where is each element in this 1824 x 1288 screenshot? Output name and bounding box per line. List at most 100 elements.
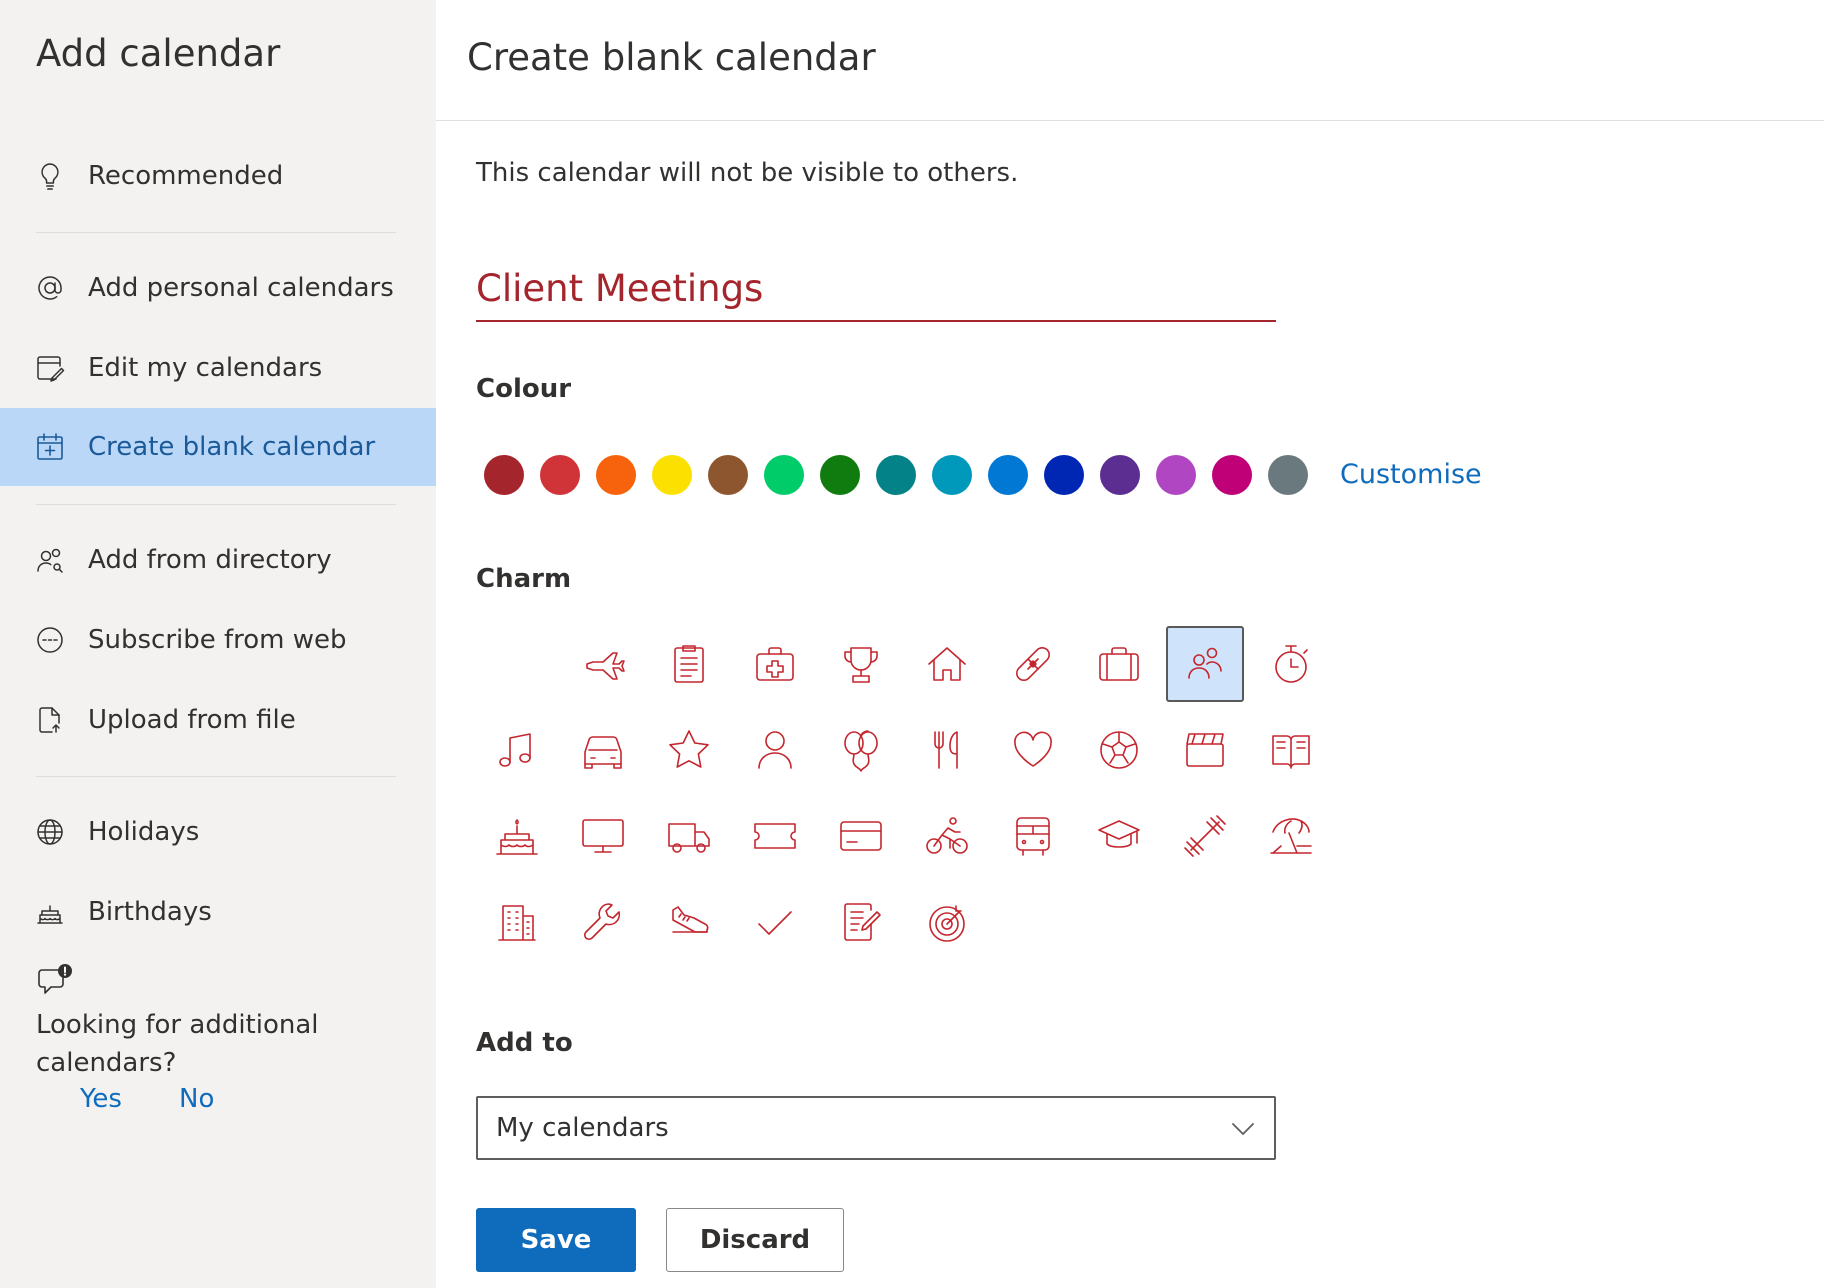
charm-option[interactable] — [1252, 626, 1330, 702]
sidebar-item-subscribe-from-web[interactable]: Subscribe from web — [0, 601, 436, 679]
sidebar-item-label: Edit my calendars — [88, 353, 323, 383]
colour-swatch[interactable] — [1212, 455, 1252, 495]
colour-swatch[interactable] — [820, 455, 860, 495]
save-button[interactable]: Save — [476, 1208, 636, 1272]
charm-option[interactable] — [908, 712, 986, 788]
charm-option[interactable] — [1166, 626, 1244, 702]
dumbbell-icon — [1184, 815, 1226, 857]
colour-swatch[interactable] — [596, 455, 636, 495]
charm-option[interactable] — [994, 712, 1072, 788]
colour-swatch[interactable] — [1156, 455, 1196, 495]
charm-option[interactable] — [564, 712, 642, 788]
sidebar-item-add-personal-calendars[interactable]: Add personal calendars — [0, 249, 436, 327]
cyclist-icon — [926, 817, 968, 854]
ticket-icon — [754, 823, 796, 849]
beach-umbrella-icon — [1270, 818, 1312, 854]
charm-option[interactable] — [822, 712, 900, 788]
charm-option[interactable] — [822, 884, 900, 960]
sidebar-item-holidays[interactable]: Holidays — [0, 793, 436, 871]
sidebar-item-birthdays[interactable]: Birthdays — [0, 873, 436, 951]
discard-button[interactable]: Discard — [666, 1208, 844, 1272]
sidebar-divider — [36, 776, 396, 777]
sidebar-item-label: Subscribe from web — [88, 625, 347, 655]
feedback-yes-link[interactable]: Yes — [80, 1084, 122, 1114]
charm-option[interactable] — [822, 626, 900, 702]
charm-option[interactable] — [994, 798, 1072, 874]
birthday-cake-icon — [37, 905, 63, 924]
charm-option[interactable] — [1080, 626, 1158, 702]
charm-option[interactable] — [736, 798, 814, 874]
add-to-dropdown[interactable]: My calendars — [476, 1096, 1276, 1160]
calendar-add-icon — [37, 433, 63, 460]
truck-icon — [668, 823, 710, 853]
charm-option[interactable] — [908, 798, 986, 874]
colour-swatch[interactable] — [652, 455, 692, 495]
checkmark-icon — [758, 911, 792, 935]
colour-swatch[interactable] — [484, 455, 524, 495]
colour-swatch[interactable] — [876, 455, 916, 495]
charm-option[interactable] — [478, 798, 556, 874]
feedback-icon — [38, 964, 72, 994]
charm-option[interactable] — [908, 626, 986, 702]
sidebar-item-label: Add personal calendars — [88, 273, 394, 303]
charm-option[interactable] — [736, 884, 814, 960]
colour-swatch[interactable] — [708, 455, 748, 495]
clipboard-icon — [674, 645, 704, 683]
charm-option[interactable] — [1252, 798, 1330, 874]
charm-option[interactable] — [478, 712, 556, 788]
edit-calendar-icon — [37, 356, 65, 382]
charm-option[interactable] — [736, 626, 814, 702]
charm-option[interactable] — [736, 712, 814, 788]
charm-option[interactable] — [564, 798, 642, 874]
charm-option[interactable] — [650, 712, 728, 788]
charm-option[interactable] — [1080, 712, 1158, 788]
stopwatch-icon — [1275, 645, 1308, 683]
home-icon — [928, 647, 966, 681]
monitor-icon — [582, 819, 624, 853]
charm-option[interactable] — [994, 626, 1072, 702]
sidebar-item-recommended[interactable]: Recommended — [0, 137, 436, 215]
charm-option[interactable] — [1252, 712, 1330, 788]
sidebar-item-label: Add from directory — [88, 545, 332, 575]
colour-swatch[interactable] — [1044, 455, 1084, 495]
charm-option[interactable] — [1166, 798, 1244, 874]
charm-option[interactable] — [650, 798, 728, 874]
person-icon — [758, 731, 792, 769]
charm-option[interactable] — [908, 884, 986, 960]
charm-option[interactable] — [1080, 798, 1158, 874]
sidebar-item-edit-my-calendars[interactable]: Edit my calendars — [0, 329, 436, 407]
calendar-name-input[interactable] — [476, 256, 1276, 322]
charm-option[interactable] — [822, 798, 900, 874]
colour-swatch[interactable] — [988, 455, 1028, 495]
sidebar: Add calendar Recommended Add personal ca… — [0, 0, 436, 1288]
colour-swatch[interactable] — [932, 455, 972, 495]
sidebar-item-create-blank-calendar[interactable]: Create blank calendar — [0, 408, 436, 486]
charm-option[interactable] — [1166, 712, 1244, 788]
colour-swatch[interactable] — [764, 455, 804, 495]
sidebar-item-label: Holidays — [88, 817, 200, 847]
book-icon — [1272, 735, 1310, 769]
charm-none-option[interactable] — [478, 626, 556, 702]
charm-option[interactable] — [650, 884, 728, 960]
sidebar-title: Add calendar — [36, 32, 281, 75]
customise-link[interactable]: Customise — [1340, 459, 1482, 490]
charm-option[interactable] — [650, 626, 728, 702]
target-icon — [929, 905, 965, 942]
sidebar-item-label: Recommended — [88, 161, 284, 191]
note-edit-icon — [844, 903, 881, 941]
at-sign-icon — [38, 276, 62, 300]
charm-option[interactable] — [564, 626, 642, 702]
feedback-no-link[interactable]: No — [179, 1084, 214, 1114]
sidebar-item-add-from-directory[interactable]: Add from directory — [0, 521, 436, 599]
charm-option[interactable] — [564, 884, 642, 960]
heart-icon — [1014, 731, 1052, 767]
colour-label: Colour — [476, 374, 572, 404]
colour-swatch[interactable] — [1268, 455, 1308, 495]
building-icon — [498, 905, 536, 941]
charm-option[interactable] — [478, 884, 556, 960]
colour-swatch[interactable] — [540, 455, 580, 495]
add-to-value: My calendars — [496, 1113, 669, 1143]
sidebar-item-upload-from-file[interactable]: Upload from file — [0, 681, 436, 759]
colour-swatch[interactable] — [1100, 455, 1140, 495]
chevron-down-icon — [1232, 1123, 1254, 1135]
